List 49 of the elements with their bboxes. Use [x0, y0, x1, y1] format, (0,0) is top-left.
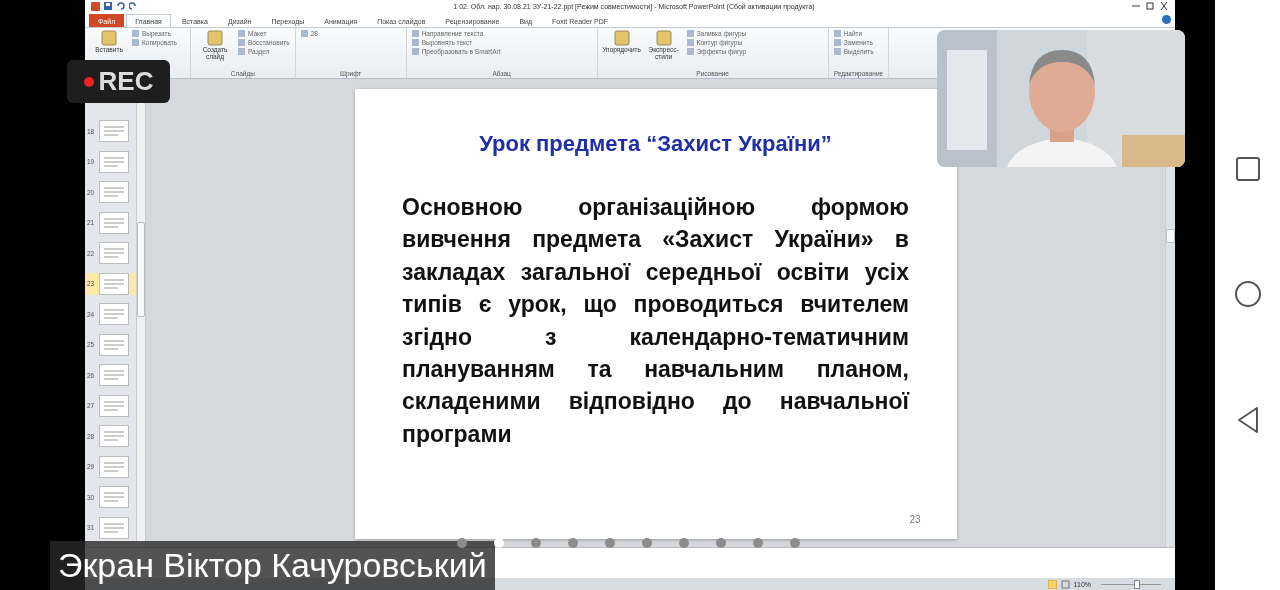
page-indicator-dot[interactable] [790, 538, 800, 548]
page-indicator-dot[interactable] [457, 538, 467, 548]
app-icon [91, 1, 100, 11]
page-indicator-dot[interactable] [642, 538, 652, 548]
square-icon [238, 39, 245, 46]
square-icon [238, 30, 245, 37]
recents-icon[interactable] [1235, 157, 1260, 181]
slider-thumb[interactable] [1134, 579, 1140, 589]
square-icon [206, 30, 224, 46]
square-icon [100, 30, 118, 46]
close-icon[interactable] [1159, 2, 1169, 10]
page-indicator-dot[interactable] [605, 538, 615, 548]
redo-icon[interactable] [129, 2, 137, 10]
home-icon[interactable] [1234, 281, 1261, 307]
square-icon [300, 30, 308, 37]
slide-title: Урок предмета “Захист України” [479, 131, 832, 157]
square-icon [612, 30, 631, 46]
scrollbar-thumb[interactable] [1166, 229, 1175, 243]
undo-icon[interactable] [116, 2, 125, 10]
page-indicator-dot[interactable] [753, 538, 763, 548]
square-icon [833, 30, 841, 37]
minimize-icon[interactable] [1131, 2, 1141, 10]
back-icon[interactable] [1236, 407, 1259, 433]
participant-caption: Экран Віктор Качуровський [50, 541, 495, 590]
square-icon [411, 39, 419, 46]
page-indicator-dot[interactable] [531, 538, 541, 548]
square-icon [686, 30, 694, 37]
square-icon [411, 30, 419, 37]
page-indicator-dot[interactable] [568, 538, 578, 548]
square-icon [132, 39, 139, 46]
help-icon[interactable] [1162, 15, 1171, 24]
slide-text: Основною організаційною формою вивчення предмета «Захист України» в закладах загальної середньої освіти усіх типів є урок, що проводиться вчителем згідно з календарно-тематичним плануванням та навчальним планом, складеними відповідно до навчальної програми [402, 193, 909, 449]
record-dot-icon [83, 76, 94, 87]
square-icon [238, 48, 245, 55]
square-icon [132, 30, 139, 37]
recording-label: REC [98, 66, 154, 97]
scrollbar-thumb[interactable] [137, 222, 145, 317]
square-icon [686, 48, 694, 55]
slide-number: 23 [909, 514, 921, 525]
square-icon [654, 30, 673, 46]
square-icon [833, 39, 841, 46]
save-icon[interactable] [104, 2, 112, 10]
page-indicator-dot[interactable] [716, 538, 726, 548]
square-icon [411, 48, 419, 55]
restore-icon[interactable] [1145, 2, 1155, 10]
page-indicator-dot[interactable] [494, 538, 504, 548]
square-icon [833, 48, 841, 55]
page-indicator-dot[interactable] [679, 538, 689, 548]
square-icon [686, 39, 694, 46]
